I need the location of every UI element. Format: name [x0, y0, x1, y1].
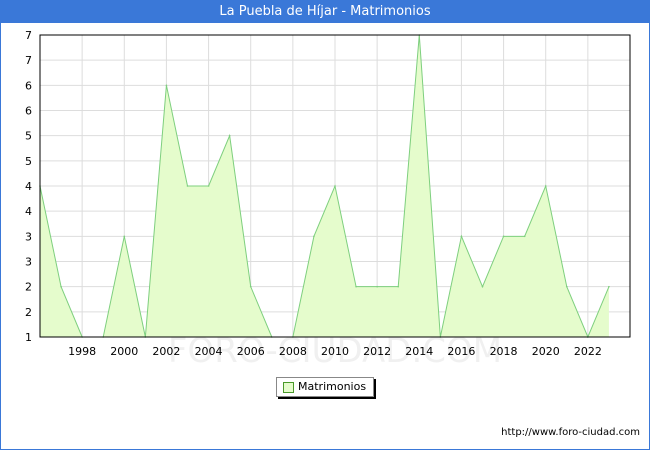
y-tick-label: 7	[25, 29, 32, 42]
data-point	[60, 285, 62, 288]
x-tick-label: 2018	[490, 345, 518, 358]
data-point	[481, 285, 484, 288]
x-tick-label: 2012	[363, 345, 391, 358]
x-tick-label: 2008	[279, 345, 307, 358]
x-tick-label: 2006	[237, 345, 265, 358]
x-tick-label: 2004	[195, 345, 223, 358]
y-tick-label: 7	[25, 54, 32, 67]
data-point	[460, 235, 463, 238]
y-tick-label: 2	[25, 281, 32, 294]
y-tick-label: 4	[25, 180, 32, 193]
data-point	[334, 185, 336, 187]
footer-url: http://www.foro-ciudad.com	[501, 427, 640, 438]
data-point	[523, 235, 526, 238]
data-point	[544, 185, 547, 187]
data-point	[186, 185, 189, 187]
data-point	[165, 84, 168, 87]
data-point	[355, 285, 357, 288]
data-point	[608, 285, 610, 288]
x-tick-label: 2022	[574, 345, 602, 358]
data-point	[565, 285, 568, 288]
data-point	[228, 134, 231, 137]
y-tick-label: 6	[25, 105, 32, 118]
data-point	[397, 285, 400, 288]
y-tick-label: 4	[25, 205, 32, 218]
legend-swatch	[283, 382, 294, 393]
y-tick-label: 2	[25, 306, 32, 319]
data-point	[249, 285, 252, 288]
data-point	[313, 235, 315, 238]
legend-label: Matrimonios	[298, 380, 367, 393]
data-point	[376, 285, 378, 288]
x-tick-label: 2016	[447, 345, 475, 358]
x-tick-label: 2014	[405, 345, 433, 358]
y-tick-label: 6	[25, 79, 32, 92]
y-tick-label: 1	[25, 331, 32, 344]
x-tick-label: 2000	[110, 345, 138, 358]
data-point	[123, 235, 126, 238]
y-tick-label: 5	[25, 130, 32, 143]
legend: Matrimonios	[276, 377, 374, 397]
x-tick-label: 1998	[68, 345, 96, 358]
data-point	[207, 185, 210, 187]
y-tick-label: 3	[25, 256, 32, 269]
x-tick-label: 2002	[152, 345, 180, 358]
x-tick-label: 2020	[532, 345, 560, 358]
y-tick-label: 3	[25, 230, 32, 243]
y-tick-label: 5	[25, 155, 32, 168]
data-point	[502, 235, 505, 238]
x-tick-label: 2010	[321, 345, 349, 358]
